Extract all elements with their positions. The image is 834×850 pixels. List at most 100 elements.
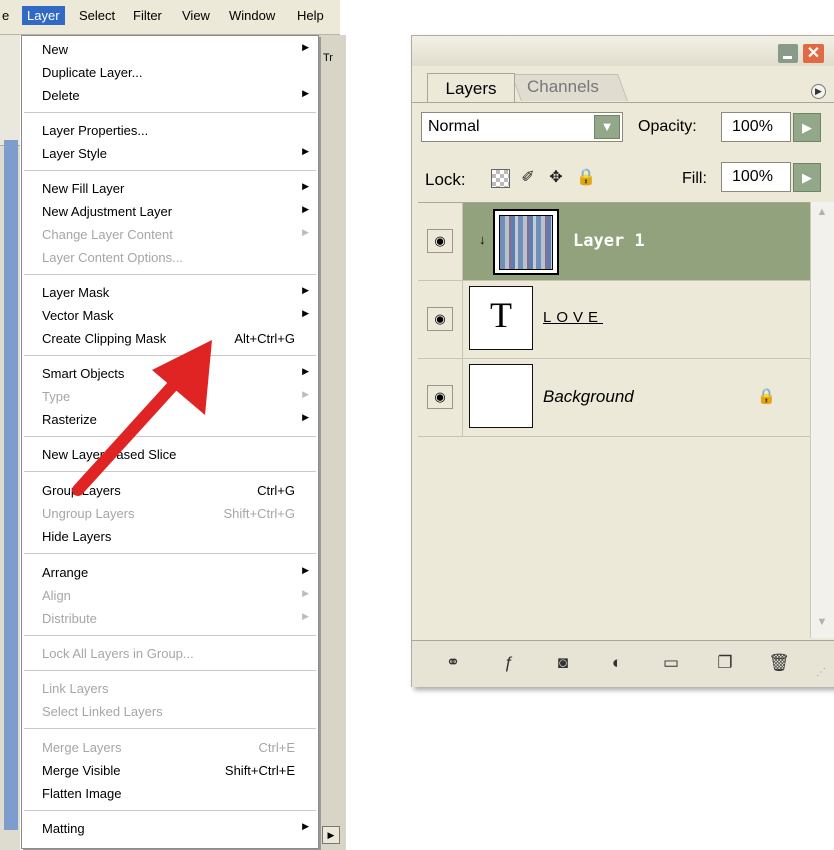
layer-name: LOVE [543,309,604,326]
layer-row-layer-1[interactable]: ◉ ↓ Layer 1 [418,203,810,281]
panel-menu-icon[interactable]: ▶ [811,84,826,99]
eye-visibility-icon[interactable]: ◉ [427,385,453,409]
new-group-folder-icon[interactable]: ▭ [658,651,684,675]
layer-row-love[interactable]: ◉ T LOVE [418,281,810,359]
menu-item-vector-mask[interactable]: Vector Mask ▶ [22,305,318,327]
menu-item-change-layer-content[interactable]: Change Layer Content ▶ [22,224,318,246]
layer-content[interactable]: T LOVE [463,281,810,358]
clipping-arrow-icon: ↓ [479,232,486,247]
menu-separator [24,670,316,672]
menu-window[interactable]: Window [229,8,275,23]
menu-item-flatten-image[interactable]: Flatten Image [22,783,318,805]
eye-visibility-icon[interactable]: ◉ [427,307,453,331]
panel-titlebar[interactable] [412,36,834,66]
menu-separator [24,112,316,114]
menu-item-new[interactable]: New ▶ [22,39,318,61]
minimize-button[interactable] [778,44,798,63]
lock-all-padlock-icon[interactable]: 🔒 [576,168,596,188]
shortcut-label: Ctrl+G [257,483,295,498]
opacity-input[interactable]: 100% [721,112,791,142]
menu-item-distribute[interactable]: Distribute ▶ [22,608,318,630]
layer-list-scrollbar[interactable]: ▲ ▼ [810,202,834,638]
menu-item-merge-visible[interactable]: Merge Visible Shift+Ctrl+E [22,760,318,782]
new-layer-icon[interactable]: ❐ [712,651,738,675]
visibility-cell: ◉ [418,203,463,280]
eye-visibility-icon[interactable]: ◉ [427,229,453,253]
menu-item-delete[interactable]: Delete ▶ [22,85,318,107]
menu-item-label: Change Layer Content [42,227,173,242]
chevron-down-icon[interactable]: ▼ [594,115,620,139]
menu-edit[interactable]: e [2,8,9,23]
menu-select[interactable]: Select [79,8,115,23]
lock-position-move-icon[interactable]: ✥ [546,168,566,188]
lock-icon: 🔒 [757,388,776,405]
resize-grip-icon[interactable]: ⋰ [816,667,826,678]
adjustment-layer-icon[interactable]: ◐ [604,651,630,675]
canvas-edge [4,140,18,830]
menu-item-layer-mask[interactable]: Layer Mask ▶ [22,282,318,304]
menu-view[interactable]: View [182,8,210,23]
menu-item-label: Arrange [42,565,89,580]
fill-input[interactable]: 100% [721,162,791,192]
submenu-arrow-icon: ▶ [302,227,309,237]
menu-help[interactable]: Help [297,8,324,23]
menu-layer[interactable]: Layer [22,6,65,25]
trash-delete-icon[interactable]: 🗑 [766,651,792,675]
menu-filter[interactable]: Filter [133,8,162,23]
layer-list: ◉ ↓ Layer 1 ◉ T LOVE ◉ Background 🔒 [418,202,810,639]
submenu-arrow-icon: ▶ [302,611,309,621]
play-arrow-icon[interactable]: ▶ [322,826,340,844]
fill-slider-button[interactable]: ▶ [793,163,821,192]
lock-transparency-icon[interactable] [491,169,510,188]
link-layers-icon[interactable]: ⚭ [440,651,466,675]
menu-item-label: Delete [42,88,80,103]
layer-content[interactable]: ↓ Layer 1 [463,203,810,280]
menu-item-hide-layers[interactable]: Hide Layers [22,526,318,548]
menu-item-align[interactable]: Align ▶ [22,585,318,607]
menu-separator [24,274,316,276]
menu-item-label: Layer Properties... [42,123,149,138]
opacity-value: 100% [732,118,773,135]
layer-name: Background [543,387,634,406]
lock-pixels-brush-icon[interactable]: ✐ [518,168,538,188]
tab-channels[interactable]: Channels [527,77,599,97]
menu-item-label: Lock All Layers in Group... [42,646,194,661]
menu-item-select-linked-layers[interactable]: Select Linked Layers [22,701,318,723]
type-t-icon: T [490,295,512,335]
menu-item-label: Align [42,588,71,603]
right-panel-edge [318,35,346,850]
add-mask-icon[interactable]: ◙ [550,651,576,675]
close-button[interactable]: ✕ [803,44,824,63]
menu-item-new-fill-layer[interactable]: New Fill Layer ▶ [22,178,318,200]
layer-thumbnail [493,209,559,275]
submenu-arrow-icon: ▶ [302,285,309,295]
menu-item-lock-all-layers[interactable]: Lock All Layers in Group... [22,643,318,665]
menu-item-layer-style[interactable]: Layer Style ▶ [22,143,318,165]
menu-separator [24,810,316,812]
menu-item-matting[interactable]: Matting ▶ [22,818,318,840]
menu-item-duplicate-layer[interactable]: Duplicate Layer... [22,62,318,84]
menu-item-new-adjustment-layer[interactable]: New Adjustment Layer ▶ [22,201,318,223]
menu-item-layer-content-options[interactable]: Layer Content Options... [22,247,318,269]
menu-item-link-layers[interactable]: Link Layers [22,678,318,700]
tab-divider [412,102,834,103]
menu-item-merge-layers[interactable]: Merge Layers Ctrl+E [22,737,318,759]
type-layer-thumbnail: T [469,286,533,350]
background-thumbnail [469,364,533,428]
layer-content[interactable]: Background 🔒 [463,359,810,436]
blend-mode-select[interactable]: Normal ▼ [421,112,623,142]
minimize-icon [783,56,792,59]
menu-item-label: Link Layers [42,681,109,696]
opacity-slider-button[interactable]: ▶ [793,113,821,142]
menu-item-label: Flatten Image [42,786,122,801]
scroll-down-icon[interactable]: ▼ [814,616,830,634]
layer-style-fx-icon[interactable]: ƒ [496,651,522,675]
menu-item-layer-properties[interactable]: Layer Properties... [22,120,318,142]
tab-layers[interactable]: Layers [427,73,515,103]
ruler [0,35,20,146]
layer-row-background[interactable]: ◉ Background 🔒 [418,359,810,437]
menu-item-label: Layer Style [42,146,108,161]
menu-item-arrange[interactable]: Arrange ▶ [22,562,318,584]
scroll-up-icon[interactable]: ▲ [814,206,830,224]
submenu-arrow-icon: ▶ [302,588,309,598]
